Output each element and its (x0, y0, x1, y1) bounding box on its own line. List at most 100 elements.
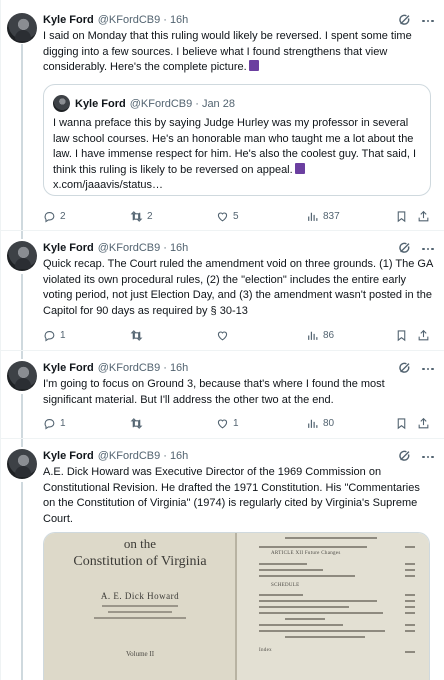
tweet-text-content: I said on Monday that this ruling would … (43, 30, 412, 74)
author-handle[interactable]: @KFordCB9 (98, 450, 161, 462)
book-cover-page: on the Constitution of Virginia A. E. Di… (44, 533, 236, 680)
reply-icon (44, 418, 55, 430)
book-subtitle-line (94, 617, 186, 619)
author-name[interactable]: Kyle Ford (43, 362, 94, 374)
timestamp[interactable]: 16h (170, 362, 188, 374)
author-name[interactable]: Kyle Ford (43, 14, 94, 26)
book-contents-page: ARTICLE XII Future Changes SCHEDULE Inde… (237, 533, 429, 680)
heart-icon (217, 331, 228, 340)
reply-count: 2 (60, 210, 66, 222)
like-button[interactable]: 5 (216, 208, 239, 224)
view-count: 837 (323, 210, 340, 222)
heart-icon (217, 212, 228, 221)
share-button[interactable] (417, 415, 430, 431)
share-button[interactable] (417, 208, 430, 224)
tweet-header: Kyle Ford @KFordCB9 · 16h (43, 240, 188, 256)
tweet-text: Quick recap. The Court ruled the amendme… (43, 258, 433, 317)
separator-dot: · (163, 242, 167, 254)
action-bar: 1 1 80 (43, 415, 435, 431)
grok-icon[interactable] (398, 449, 412, 463)
bookmark-icon (397, 210, 406, 222)
separator-dot: · (163, 362, 167, 374)
avatar[interactable] (7, 13, 37, 43)
book-subtitle-line (102, 605, 178, 607)
bookmark-icon (397, 417, 406, 429)
thread-line (21, 274, 23, 350)
timestamp[interactable]: 16h (170, 14, 188, 26)
author-handle[interactable]: @KFordCB9 (98, 14, 161, 26)
toc-index: Index (259, 648, 272, 653)
separator-dot: · (163, 450, 167, 462)
avatar[interactable] (7, 241, 37, 271)
thread-line (21, 482, 23, 680)
quote-timestamp: Jan 28 (201, 97, 235, 110)
book-subtitle-line (108, 611, 172, 613)
quote-tweet[interactable]: Kyle Ford @KFordCB9 · Jan 28 I wanna pre… (43, 84, 431, 196)
tweet-media-image[interactable]: on the Constitution of Virginia A. E. Di… (43, 532, 430, 680)
thread-line (21, 44, 23, 230)
tweet-text: I'm going to focus on Ground 3, because … (43, 378, 385, 406)
reply-button[interactable]: 1 (43, 415, 66, 431)
tweet-header: Kyle Ford @KFordCB9 · 16h (43, 360, 188, 376)
quote-header: Kyle Ford @KFordCB9 · Jan 28 (75, 95, 235, 112)
quote-text: I wanna preface this by saying Judge Hur… (53, 116, 425, 194)
author-handle[interactable]: @KFordCB9 (98, 242, 161, 254)
more-options-icon[interactable] (420, 14, 436, 28)
grok-icon[interactable] (398, 241, 412, 255)
bookmark-button[interactable] (395, 208, 408, 224)
grok-icon[interactable] (398, 13, 412, 27)
author-name[interactable]: Kyle Ford (43, 242, 94, 254)
separator-dot: · (195, 97, 199, 110)
retweet-button[interactable]: 2 (130, 208, 153, 224)
avatar[interactable] (7, 449, 37, 479)
thread-line (21, 230, 23, 239)
tweet-divider (0, 438, 444, 439)
avatar[interactable] (7, 361, 37, 391)
tweet-text: I said on Monday that this ruling would … (43, 29, 435, 76)
retweet-count: 2 (147, 210, 153, 222)
thread-line (21, 350, 23, 359)
tweet[interactable]: Kyle Ford @KFordCB9 · 16h I'm going to f… (0, 350, 444, 438)
more-options-icon[interactable] (420, 242, 436, 256)
timestamp[interactable]: 16h (170, 450, 188, 462)
views-chart-icon (308, 331, 318, 340)
retweet-button[interactable] (130, 415, 147, 431)
grok-icon[interactable] (398, 361, 412, 375)
book-emoji-icon (248, 60, 259, 72)
view-count: 80 (323, 417, 335, 429)
tweet[interactable]: Kyle Ford @KFordCB9 · 16h Quick recap. T… (0, 230, 444, 350)
view-count: 86 (323, 329, 335, 341)
book-author: A. E. Dick Howard (100, 591, 180, 601)
reply-button[interactable]: 1 (43, 327, 66, 343)
reply-button[interactable]: 2 (43, 208, 66, 224)
more-options-icon[interactable] (420, 362, 436, 376)
quote-avatar (53, 95, 70, 112)
author-handle[interactable]: @KFordCB9 (98, 362, 161, 374)
like-button[interactable] (216, 327, 233, 343)
like-button[interactable]: 1 (216, 415, 239, 431)
quote-link[interactable]: x.com/jaaavis/status… (53, 179, 163, 191)
more-options-icon[interactable] (420, 450, 436, 464)
toc-heading: ARTICLE XII Future Changes (271, 551, 341, 556)
tweet-text: A.E. Dick Howard was Executive Director … (43, 466, 420, 525)
book-volume: Volume II (125, 650, 155, 658)
bookmark-button[interactable] (395, 327, 408, 343)
author-name[interactable]: Kyle Ford (43, 450, 94, 462)
retweet-icon (130, 417, 143, 429)
views-button[interactable]: 86 (306, 327, 334, 343)
share-icon (418, 210, 429, 221)
views-chart-icon (308, 419, 318, 428)
tweet-header: Kyle Ford @KFordCB9 · 16h (43, 12, 188, 28)
tweet[interactable]: Kyle Ford @KFordCB9 · 16h I said on Mond… (0, 0, 444, 230)
share-icon (418, 329, 429, 340)
views-button[interactable]: 80 (306, 415, 334, 431)
bookmark-button[interactable] (395, 415, 408, 431)
retweet-button[interactable] (130, 327, 147, 343)
share-button[interactable] (417, 327, 430, 343)
views-button[interactable]: 837 (306, 208, 340, 224)
bookmark-icon (397, 329, 406, 341)
retweet-icon (130, 210, 143, 222)
timestamp[interactable]: 16h (170, 242, 188, 254)
heart-icon (217, 419, 228, 428)
views-chart-icon (308, 212, 318, 221)
